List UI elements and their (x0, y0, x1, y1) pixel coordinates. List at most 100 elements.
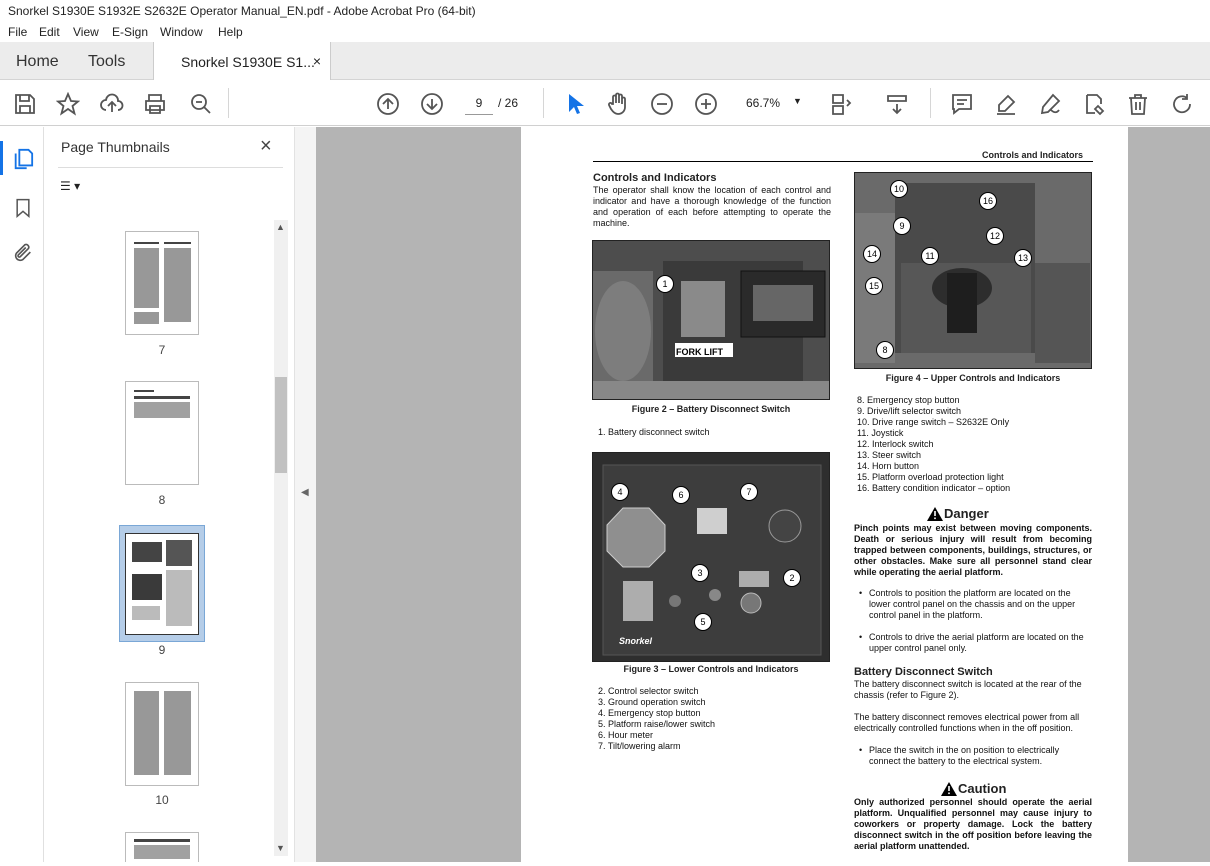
thumbnail-page-11[interactable] (125, 832, 199, 862)
figure-4-callout: 12 (986, 227, 1004, 245)
figure-3-callout: 4 (611, 483, 629, 501)
upload-cloud-icon[interactable] (100, 92, 124, 116)
list-item: 13. Steer switch (857, 450, 922, 460)
figure-3-callout: 2 (783, 569, 801, 587)
page-number-input[interactable]: 9 (465, 91, 493, 115)
list-item: 8. Emergency stop button (857, 395, 960, 405)
list-item: 7. Tilt/lowering alarm (598, 741, 681, 751)
thumbnails-scrollbar[interactable] (274, 220, 288, 856)
figure-3-callout: 7 (740, 483, 758, 501)
page-thumbnails-icon[interactable] (12, 147, 34, 171)
list-item: 4. Emergency stop button (598, 708, 701, 718)
panel-title: Page Thumbnails (61, 139, 170, 155)
page-layout-icon[interactable] (829, 92, 853, 116)
tab-tools[interactable]: Tools (88, 42, 125, 80)
header-rule (593, 161, 1093, 162)
bullet-text: Place the switch in the on position to e… (869, 745, 1060, 766)
thumbnail-page-8[interactable] (125, 381, 199, 485)
scroll-down-icon[interactable]: ▼ (276, 843, 285, 853)
figure-2-caption: Figure 2 – Battery Disconnect Switch (631, 404, 791, 414)
panel-splitter[interactable]: ◀ (294, 127, 316, 862)
rotate-icon[interactable] (1170, 92, 1194, 116)
close-tab-icon[interactable]: × (313, 53, 321, 69)
figure-4-callout: 14 (863, 245, 881, 263)
menu-bar: File Edit View E-Sign Window Help (0, 22, 1210, 42)
close-panel-icon[interactable]: × (260, 135, 272, 158)
scroll-mode-icon[interactable] (885, 92, 909, 116)
draw-pen-icon[interactable] (1038, 92, 1062, 116)
tab-document-label: Snorkel S1930E S1... (181, 54, 315, 70)
tab-home[interactable]: Home (16, 42, 59, 80)
caution-title: Caution (958, 781, 1007, 796)
list-item: 11. Joystick (857, 428, 904, 438)
figure-2-item: 1. Battery disconnect switch (598, 427, 710, 437)
scroll-up-icon[interactable]: ▲ (276, 222, 285, 232)
figure-2-callout: 1 (656, 275, 674, 293)
figure-4-callout: 13 (1014, 249, 1032, 267)
zoom-search-icon[interactable] (189, 92, 213, 116)
page-header: Controls and Indicators (982, 150, 1084, 160)
list-item: 3. Ground operation switch (598, 697, 706, 707)
menu-esign[interactable]: E-Sign (112, 25, 148, 39)
menu-file[interactable]: File (8, 25, 27, 39)
list-item: 10. Drive range switch – S2632E Only (857, 417, 1010, 427)
figure-2-image (593, 241, 829, 399)
thumbnail-page-7[interactable] (125, 231, 199, 335)
figure-3-caption: Figure 3 – Lower Controls and Indicators (623, 664, 799, 674)
left-rail (0, 127, 44, 862)
figure-4-callout: 16 (979, 192, 997, 210)
menu-edit[interactable]: Edit (39, 25, 60, 39)
star-icon[interactable] (56, 92, 80, 116)
bookmark-icon[interactable] (13, 196, 33, 220)
zoom-in-icon[interactable] (694, 92, 718, 116)
caution-text: Only authorized personnel should operate… (854, 797, 1092, 851)
tab-document[interactable]: Snorkel S1930E S1... × (153, 42, 331, 81)
figure-4-items: 8. Emergency stop button 9. Drive/lift s… (857, 395, 1010, 494)
collapse-panel-icon[interactable]: ◀ (301, 487, 309, 498)
thumbnail-options-menu[interactable]: ☰ ▾ (60, 179, 100, 199)
menu-view[interactable]: View (73, 25, 99, 39)
battery-section-title: Battery Disconnect Switch (854, 666, 993, 678)
hand-tool-icon[interactable] (606, 92, 630, 116)
bullet-text: Controls to position the platform are lo… (869, 588, 1076, 620)
menu-help[interactable]: Help (218, 25, 243, 39)
list-item: 15. Platform overload protection light (857, 472, 1004, 482)
attachment-icon[interactable] (12, 241, 34, 265)
figure-3-image (593, 453, 829, 661)
scrollbar-thumb[interactable] (275, 377, 287, 473)
figure-4-callout: 11 (921, 247, 939, 265)
thumbnail-8-content (134, 390, 190, 418)
thumbnail-page-9[interactable] (125, 533, 199, 635)
menu-window[interactable]: Window (160, 25, 203, 39)
figure-3-items: 2. Control selector switch 3. Ground ope… (598, 686, 715, 752)
list-item: 14. Horn button (857, 461, 920, 471)
save-icon[interactable] (13, 92, 37, 116)
zoom-out-icon[interactable] (650, 92, 674, 116)
figure-3-photo (592, 452, 830, 662)
comment-icon[interactable] (950, 92, 974, 116)
edit-stamp-icon[interactable] (1082, 92, 1106, 116)
figure-4-callout: 10 (890, 180, 908, 198)
figure-3-callout: 6 (672, 486, 690, 504)
page-down-icon[interactable] (420, 92, 444, 116)
thumbnail-label: 9 (158, 643, 166, 657)
delete-trash-icon[interactable] (1126, 92, 1150, 116)
figure-4-caption: Figure 4 – Upper Controls and Indicators (885, 373, 1061, 383)
figure-4-image (855, 173, 1091, 368)
zoom-value: 66.7% (746, 96, 781, 110)
select-cursor-icon[interactable] (563, 92, 587, 116)
window-title: Snorkel S1930E S1932E S2632E Operator Ma… (0, 0, 1210, 22)
zoom-select[interactable]: 66.7% ▼ (736, 91, 808, 115)
brand-plate-label: Snorkel (619, 636, 653, 646)
figure-4-photo (854, 172, 1092, 369)
highlight-pen-icon[interactable] (994, 92, 1018, 116)
thumbnail-page-10[interactable] (125, 682, 199, 786)
battery-paragraph: The battery disconnect switch is located… (854, 679, 1082, 700)
warning-triangle-icon (941, 782, 957, 796)
list-item: 5. Platform raise/lower switch (598, 719, 716, 729)
page-total: / 26 (498, 96, 519, 110)
page-up-icon[interactable] (376, 92, 400, 116)
intro-text: The operator shall know the location of … (593, 185, 831, 228)
print-icon[interactable] (143, 92, 167, 116)
thumbnail-10-content (134, 691, 191, 775)
